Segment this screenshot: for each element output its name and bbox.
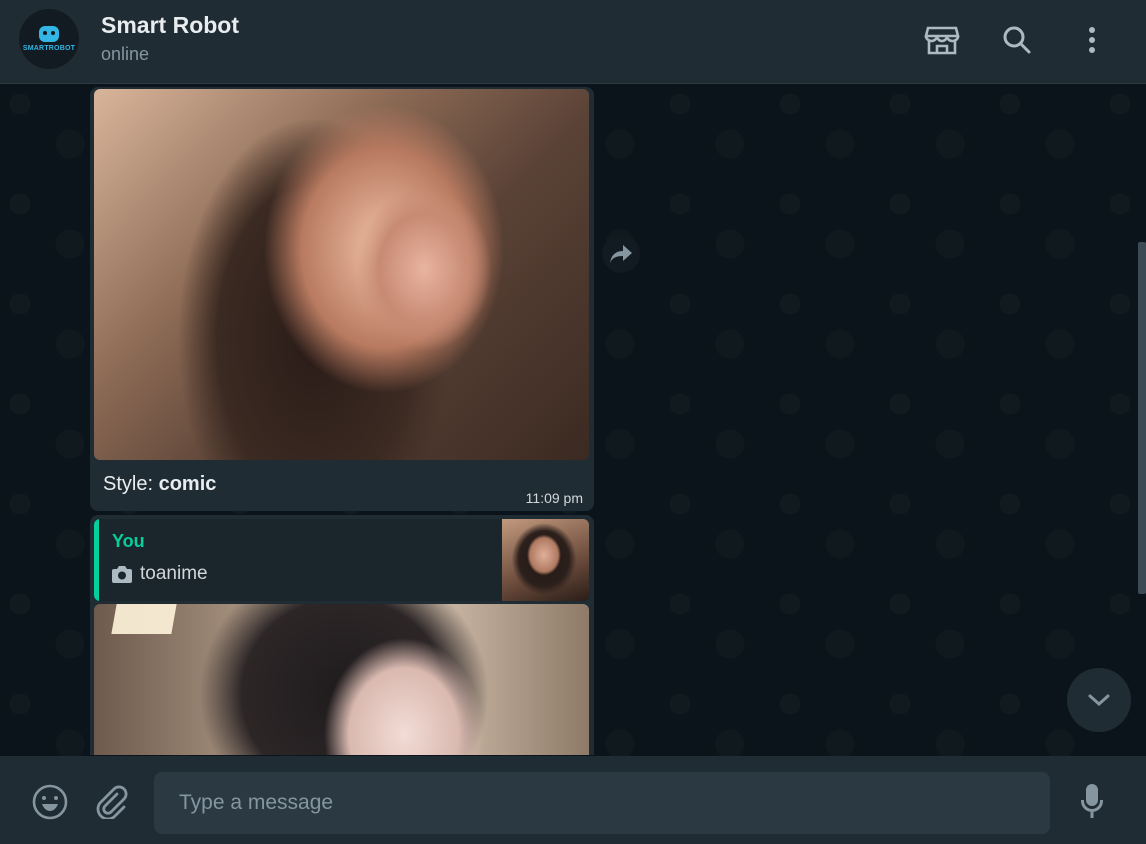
search-icon[interactable]	[997, 20, 1037, 60]
message-time: 11:09 pm	[525, 490, 583, 506]
conversation-panel[interactable]: Style: comic 11:09 pm You toanime	[0, 84, 1146, 756]
emoji-icon[interactable]	[32, 784, 68, 820]
scroll-to-bottom-button[interactable]	[1067, 668, 1131, 732]
quote-accent-bar	[94, 519, 99, 601]
camera-icon	[112, 565, 132, 583]
microphone-icon[interactable]	[1074, 784, 1110, 820]
message-image[interactable]	[94, 604, 589, 755]
caption-prefix: Style:	[103, 473, 159, 495]
quoted-message[interactable]: You toanime	[94, 519, 589, 601]
contact-info[interactable]: Smart Robot online	[101, 10, 239, 68]
chat-header: SMARTROBOT Smart Robot online	[0, 0, 1146, 84]
quote-thumbnail	[502, 519, 589, 601]
chevron-down-icon	[1088, 694, 1110, 707]
quote-content: toanime	[112, 563, 208, 585]
scrollbar[interactable]	[1138, 242, 1146, 594]
message-caption: Style: comic	[103, 473, 216, 496]
contact-name: Smart Robot	[101, 12, 239, 38]
quote-author: You	[112, 531, 145, 551]
message-bubble[interactable]: Style: comic 11:09 pm	[90, 87, 594, 511]
image-lamp-highlight	[111, 604, 177, 634]
robot-logo-icon	[39, 26, 59, 42]
message-image[interactable]	[94, 89, 589, 460]
forward-icon	[610, 245, 632, 263]
message-input[interactable]	[154, 772, 1050, 834]
menu-kebab-icon[interactable]	[1072, 20, 1112, 60]
caption-style: comic	[158, 473, 217, 495]
avatar[interactable]: SMARTROBOT	[19, 9, 79, 69]
message-bubble[interactable]: You toanime	[90, 515, 594, 755]
avatar-brand: SMARTROBOT	[22, 45, 76, 52]
quote-text: toanime	[140, 563, 208, 584]
attach-icon[interactable]	[94, 784, 130, 820]
catalog-shop-icon[interactable]	[922, 20, 962, 60]
contact-status: online	[101, 44, 150, 64]
forward-button[interactable]	[602, 235, 640, 273]
